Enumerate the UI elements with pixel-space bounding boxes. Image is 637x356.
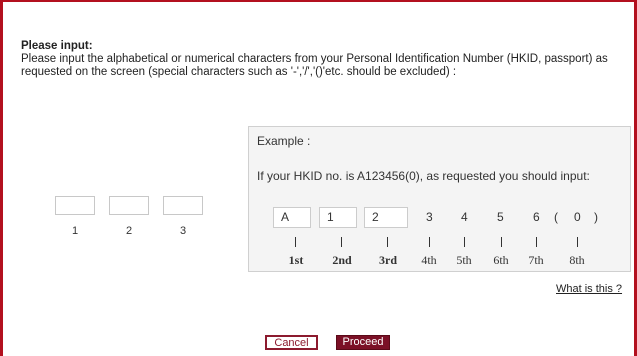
example-ordinal-8th: 8th <box>569 253 585 267</box>
example-tick-7 <box>536 237 537 247</box>
what-is-this-link[interactable]: What is this ? <box>556 283 622 295</box>
example-ordinal-6th: 6th <box>493 253 509 267</box>
example-char-7: 6 <box>533 210 540 224</box>
example-description: If your HKID no. is A123456(0), as reque… <box>257 169 590 183</box>
example-tick-2 <box>341 237 342 247</box>
content-frame: Please input: Please input the alphabeti… <box>0 0 637 356</box>
instructions-title: Please input: <box>21 40 93 52</box>
example-ordinal-3rd: 3rd <box>379 253 397 267</box>
instructions: Please input: Please input the alphabeti… <box>21 40 626 79</box>
example-tick-4 <box>429 237 430 247</box>
example-panel: Example : If your HKID no. is A123456(0)… <box>248 126 631 272</box>
example-tick-6 <box>501 237 502 247</box>
example-char-box-2: 1 <box>319 207 357 228</box>
example-ordinal-5th: 5th <box>456 253 472 267</box>
example-char-close-paren: ) <box>594 210 598 224</box>
input-label-2: 2 <box>125 225 133 237</box>
example-tick-5 <box>464 237 465 247</box>
example-ordinal-7th: 7th <box>528 253 544 267</box>
example-char-4: 3 <box>426 210 433 224</box>
example-ordinal-4th: 4th <box>421 253 437 267</box>
hkid-char-input-1[interactable] <box>55 196 95 215</box>
proceed-button[interactable]: Proceed <box>336 335 390 350</box>
cancel-button[interactable]: Cancel <box>265 335 318 350</box>
hkid-char-input-2[interactable] <box>109 196 149 215</box>
example-title: Example : <box>257 134 311 148</box>
example-char-box-3: 2 <box>364 207 408 228</box>
example-tick-8 <box>577 237 578 247</box>
input-label-3: 3 <box>179 225 187 237</box>
example-ordinal-2nd: 2nd <box>332 253 352 267</box>
hkid-char-input-3[interactable] <box>163 196 203 215</box>
example-char-5: 4 <box>461 210 468 224</box>
example-char-6: 5 <box>497 210 504 224</box>
example-char-8: 0 <box>574 210 581 224</box>
example-tick-1 <box>295 237 296 247</box>
example-char-open-paren: ( <box>554 210 558 224</box>
example-ordinal-1st: 1st <box>288 253 304 267</box>
example-char-box-1: A <box>273 207 311 228</box>
instructions-body: Please input the alphabetical or numeric… <box>21 53 608 78</box>
example-tick-3 <box>387 237 388 247</box>
input-label-1: 1 <box>71 225 79 237</box>
